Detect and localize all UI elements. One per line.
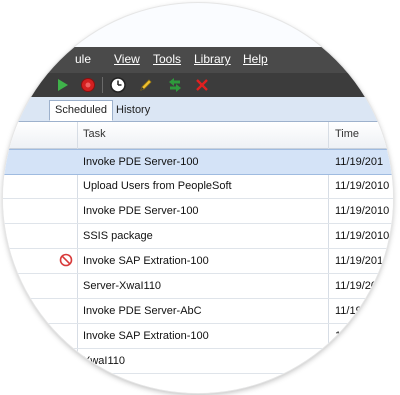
- menu-tools[interactable]: Tools: [153, 52, 181, 66]
- time-cell: 11/19/201: [335, 280, 384, 292]
- time-cell: 11/19/2010: [335, 205, 390, 217]
- sync-icon[interactable]: [166, 76, 184, 94]
- time-cell: 11/19/201: [335, 305, 384, 317]
- menu-view-label: View: [114, 52, 140, 66]
- table-row[interactable]: SSIS package 11/19/2010: [3, 224, 393, 249]
- task-cell: Invoke PDE Server-100: [83, 156, 199, 168]
- magnifier-lens: ule View Tools Library Help Scheduled Hi…: [3, 3, 393, 393]
- clock-icon[interactable]: [109, 76, 127, 94]
- tab-strip: Scheduled History: [3, 97, 393, 122]
- time-cell: 11/19/201: [335, 156, 384, 168]
- task-cell: XwaI110: [83, 355, 125, 367]
- menu-tools-label: Tools: [153, 52, 182, 66]
- task-cell: Upload Users from PeopleSoft: [83, 180, 232, 192]
- task-grid: Task Time Invoke PDE Server-100 11/19/201…: [3, 122, 393, 393]
- menu-view[interactable]: View: [114, 52, 140, 66]
- task-cell: SSIS package: [83, 230, 153, 242]
- toolbar-separator: [102, 77, 103, 93]
- toolbar: [3, 73, 393, 97]
- table-row[interactable]: Upload Users from PeopleSoft 11/19/2010: [3, 174, 393, 199]
- column-header-task[interactable]: Task: [83, 128, 106, 140]
- task-cell: Server-XwaI110: [83, 280, 162, 292]
- menu-library-label: Library: [194, 52, 231, 66]
- delete-icon[interactable]: [193, 76, 211, 94]
- menu-help-label: Help: [243, 52, 268, 66]
- table-row[interactable]: Invoke PDE Server-AbC 11/19/201: [3, 299, 393, 324]
- table-row[interactable]: Server-XwaI110 11/19/201: [3, 274, 393, 299]
- column-header-time[interactable]: Time: [335, 128, 359, 140]
- time-cell: 11/19/201: [335, 255, 384, 267]
- time-cell: 11/19/201: [335, 330, 384, 342]
- menu-schedule[interactable]: ule: [75, 52, 91, 66]
- application-window: ule View Tools Library Help Scheduled Hi…: [3, 3, 393, 393]
- table-row[interactable]: XwaI110: [3, 349, 393, 374]
- tab-scheduled[interactable]: Scheduled: [49, 100, 113, 121]
- table-row[interactable]: Invoke SAP Extration-100 11/19/201: [3, 249, 393, 274]
- table-row[interactable]: Invoke PDE Server-100 11/19/2010: [3, 199, 393, 224]
- time-cell: 11/19/2010: [335, 180, 390, 192]
- time-cell: 11/19/2010: [335, 230, 390, 242]
- grid-header: Task Time: [3, 122, 393, 149]
- table-row[interactable]: Invoke SAP Extration-100 11/19/201: [3, 324, 393, 349]
- menu-bar: ule View Tools Library Help: [3, 47, 393, 73]
- menu-library[interactable]: Library: [194, 52, 231, 66]
- edit-icon[interactable]: [137, 76, 155, 94]
- menu-help[interactable]: Help: [243, 52, 268, 66]
- tab-history[interactable]: History: [111, 101, 155, 120]
- run-icon[interactable]: [53, 76, 71, 94]
- task-cell: Invoke SAP Extration-100: [83, 330, 209, 342]
- task-cell: Invoke PDE Server-100: [83, 205, 199, 217]
- blocked-icon: [59, 253, 73, 267]
- task-cell: Invoke PDE Server-AbC: [83, 305, 202, 317]
- table-row[interactable]: Invoke PDE Server-100 11/19/201: [3, 149, 393, 175]
- stop-icon[interactable]: [79, 76, 97, 94]
- task-cell: Invoke SAP Extration-100: [83, 255, 209, 267]
